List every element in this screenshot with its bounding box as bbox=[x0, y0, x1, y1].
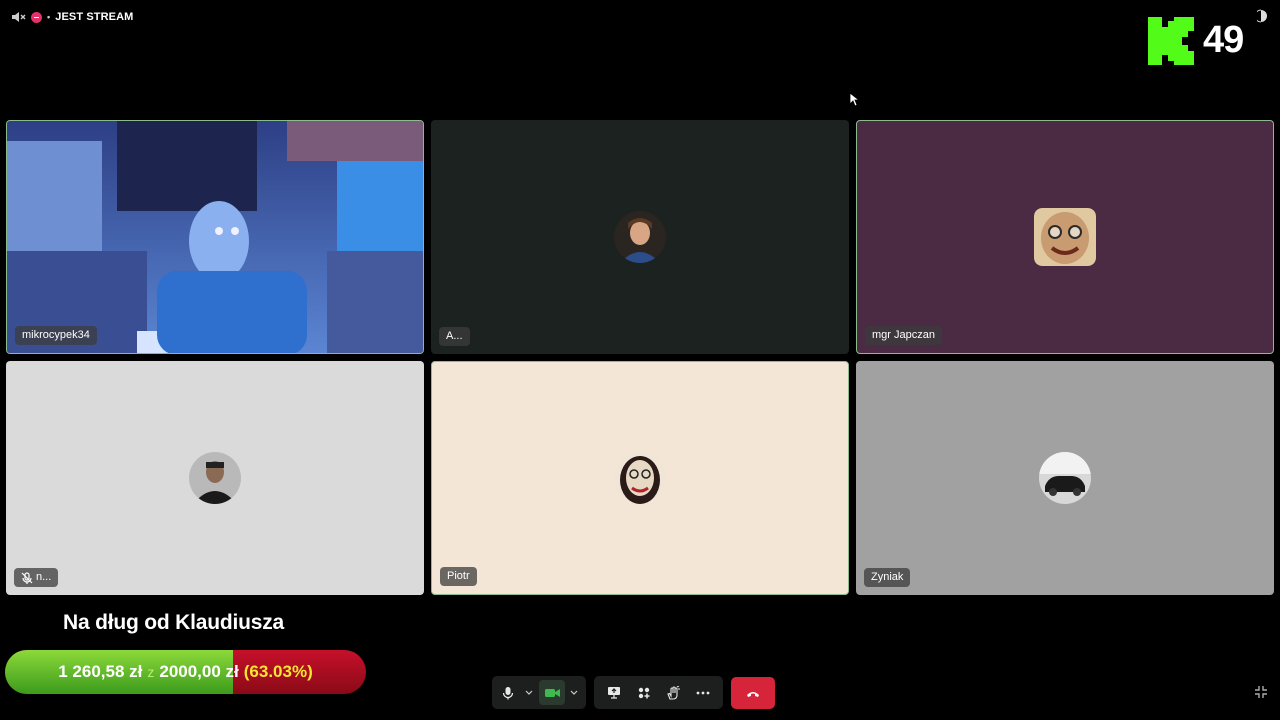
raise-hand-icon bbox=[667, 685, 681, 700]
participant-tile[interactable]: Zyniak bbox=[856, 361, 1274, 595]
goal-target: 2000,00 zł bbox=[159, 662, 239, 681]
meeting-controls bbox=[594, 676, 723, 709]
participant-name: n... bbox=[36, 571, 52, 583]
share-screen-button[interactable] bbox=[604, 680, 624, 705]
participant-name-tag: mgr Japczan bbox=[865, 326, 942, 345]
apps-icon bbox=[638, 687, 650, 698]
goal-current: 1 260,58 zł bbox=[58, 662, 143, 681]
participant-tile[interactable]: A... bbox=[431, 120, 849, 354]
participant-tile[interactable]: mgr Japczan bbox=[856, 120, 1274, 354]
participant-name-tag: A... bbox=[439, 327, 470, 346]
goal-title: Na dług od Klaudiusza bbox=[63, 611, 284, 634]
minimize-icon[interactable] bbox=[1254, 685, 1268, 699]
participant-name-tag: n... bbox=[14, 568, 59, 587]
participant-name: A... bbox=[446, 330, 463, 342]
goal-separator: z bbox=[147, 664, 155, 680]
participant-tile[interactable]: mikrocypek34 bbox=[6, 120, 424, 354]
end-call-button[interactable] bbox=[731, 677, 775, 709]
participant-name: mgr Japczan bbox=[872, 329, 935, 341]
present-screen-icon bbox=[608, 687, 620, 699]
camera-button[interactable] bbox=[539, 680, 565, 705]
participant-avatar bbox=[189, 452, 241, 504]
media-controls bbox=[492, 676, 586, 709]
camera-options-button[interactable] bbox=[569, 680, 580, 705]
half-moon-icon[interactable] bbox=[1257, 9, 1269, 23]
chevron-down-icon bbox=[525, 690, 533, 695]
participant-name: mikrocypek34 bbox=[22, 329, 90, 341]
participant-video bbox=[7, 121, 423, 353]
stream-status: • JEST STREAM bbox=[11, 9, 133, 25]
end-call-icon bbox=[747, 691, 759, 697]
camera-icon bbox=[544, 688, 560, 697]
more-options-icon bbox=[696, 691, 710, 694]
participant-avatar bbox=[1034, 208, 1096, 266]
reactions-button[interactable] bbox=[663, 680, 683, 705]
record-icon bbox=[31, 11, 42, 23]
microphone-options-button[interactable] bbox=[522, 680, 535, 705]
participant-tile[interactable]: Piotr bbox=[431, 361, 849, 595]
more-options-button[interactable] bbox=[693, 680, 713, 705]
chevron-down-icon bbox=[571, 690, 578, 695]
participant-name-tag: Zyniak bbox=[864, 568, 911, 587]
mic-icon bbox=[502, 686, 514, 699]
mouse-cursor-icon bbox=[849, 92, 859, 107]
participant-tile[interactable]: n... bbox=[6, 361, 424, 595]
stream-status-label: JEST STREAM bbox=[55, 11, 134, 23]
participant-avatar bbox=[1039, 452, 1091, 504]
goal-progress-text: 1 260,58 zł z 2000,00 zł (63.03%) bbox=[5, 650, 366, 694]
apps-button[interactable] bbox=[634, 680, 654, 705]
participant-name-tag: Piotr bbox=[440, 567, 477, 586]
status-separator: • bbox=[47, 12, 51, 22]
viewer-count: 49 bbox=[1203, 19, 1244, 61]
participant-avatar bbox=[614, 452, 666, 504]
microphone-button[interactable] bbox=[498, 680, 518, 705]
participant-name: Zyniak bbox=[871, 571, 904, 583]
kick-logo bbox=[1148, 17, 1194, 65]
speaker-muted-icon[interactable] bbox=[11, 10, 26, 24]
goal-progress-bar: 1 260,58 zł z 2000,00 zł (63.03%) bbox=[5, 650, 366, 694]
participant-name-tag: mikrocypek34 bbox=[15, 326, 97, 345]
mic-muted-icon bbox=[21, 571, 33, 584]
participant-avatar bbox=[614, 211, 666, 263]
participant-name: Piotr bbox=[447, 570, 470, 582]
goal-percent: (63.03%) bbox=[243, 662, 313, 681]
